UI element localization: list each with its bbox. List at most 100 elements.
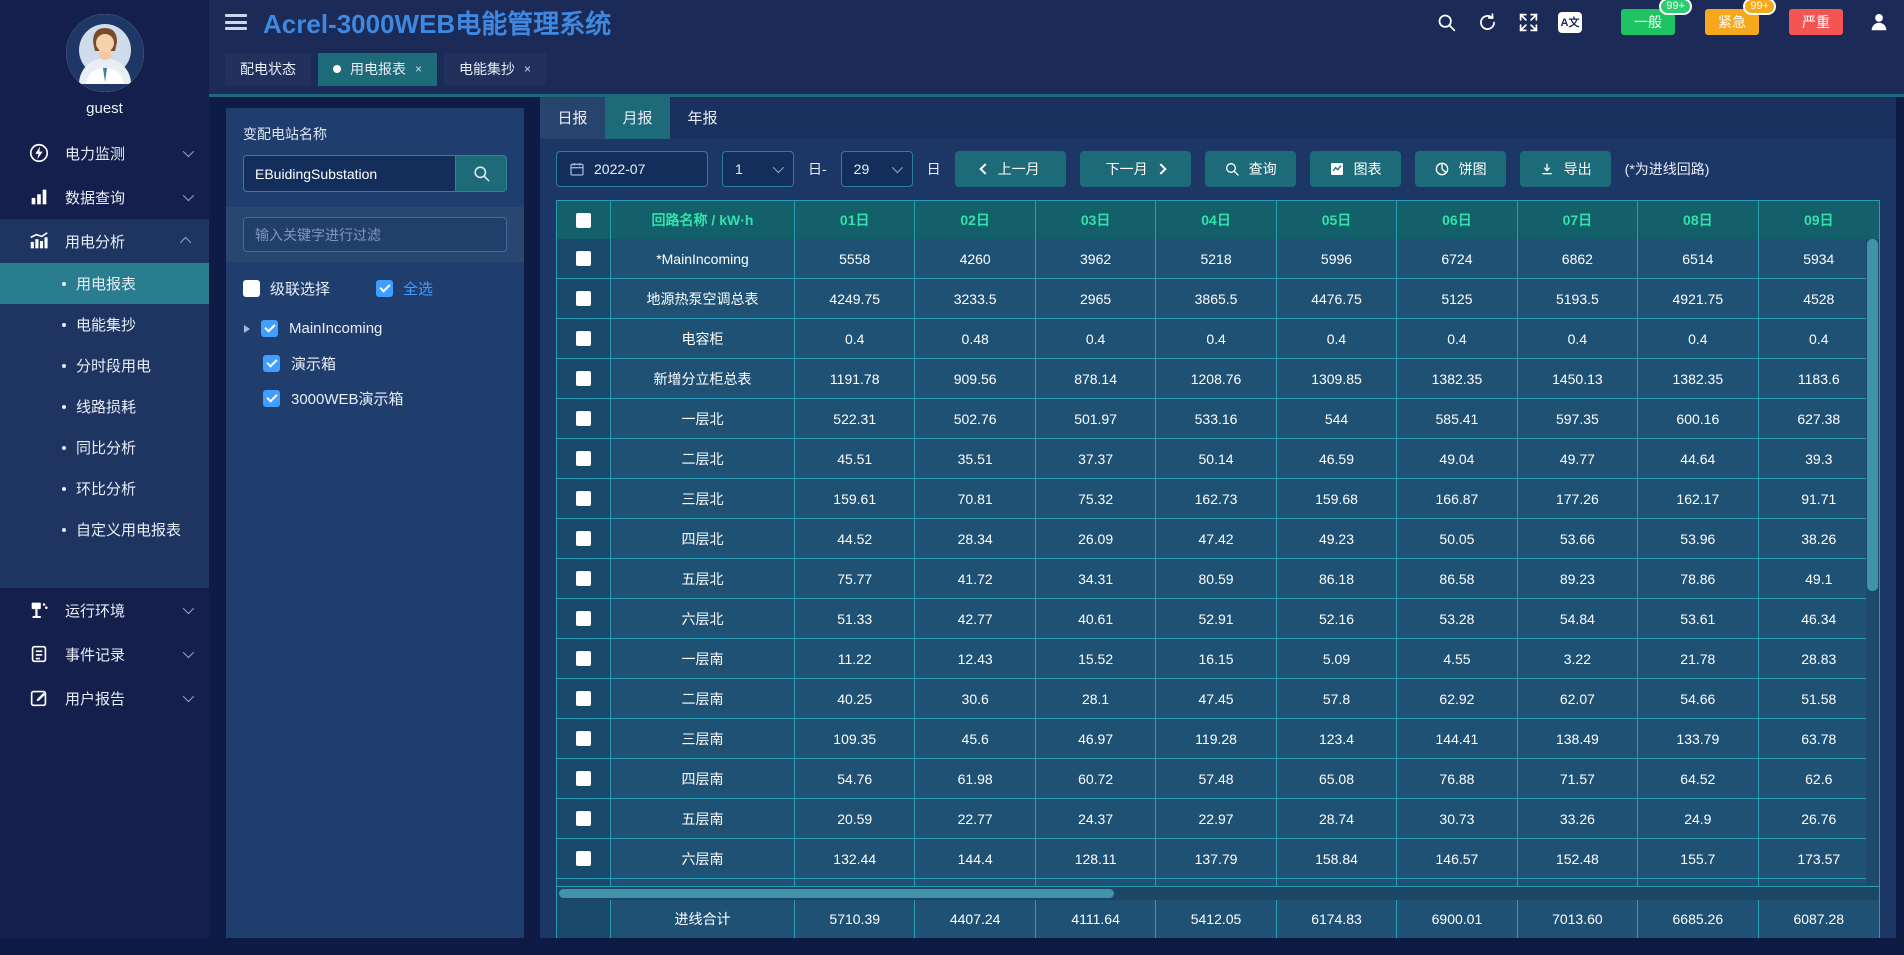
value-cell: 177.26 <box>1518 479 1638 518</box>
sidebar-item-电力监测[interactable]: 电力监测 <box>0 131 209 175</box>
value-cell: 146.57 <box>1397 839 1517 878</box>
sidebar-item-同比分析[interactable]: 同比分析 <box>0 427 209 468</box>
horizontal-scrollbar[interactable] <box>556 887 1880 900</box>
value-cell: 52.91 <box>1156 599 1276 638</box>
sidebar-item-线路损耗[interactable]: 线路损耗 <box>0 386 209 427</box>
tree-node-MainIncoming[interactable]: MainIncoming <box>236 311 514 346</box>
table-row: 六层北51.3342.7740.6152.9152.1653.2854.8453… <box>557 599 1879 639</box>
tree-filter-input[interactable] <box>243 217 507 252</box>
sidebar-menu: 电力监测数据查询用电分析用电报表电能集抄分时段用电线路损耗同比分析环比分析自定义… <box>0 131 209 720</box>
select-all-checkbox[interactable] <box>376 280 393 297</box>
cascade-checkbox[interactable] <box>243 280 260 297</box>
translate-icon[interactable]: A文 <box>1558 12 1582 33</box>
next-month-button[interactable]: 下一月 <box>1080 151 1191 187</box>
value-cell: 28.34 <box>915 519 1035 558</box>
close-icon[interactable]: × <box>524 62 531 76</box>
row-checkbox[interactable] <box>576 331 591 346</box>
refresh-icon[interactable] <box>1476 11 1498 33</box>
tree-node-演示箱[interactable]: 演示箱 <box>236 346 514 381</box>
value-cell: 89.23 <box>1518 559 1638 598</box>
sidebar-item-用电报表[interactable]: 用电报表 <box>0 263 209 304</box>
header-day-column: 01日 <box>795 201 915 239</box>
row-checkbox[interactable] <box>576 411 591 426</box>
header-checkbox[interactable] <box>576 213 591 228</box>
chart-button[interactable]: 图表 <box>1310 151 1401 187</box>
expand-arrow-icon[interactable] <box>244 325 250 333</box>
vertical-scrollbar-thumb[interactable] <box>1867 239 1878 591</box>
value-cell: 0.4 <box>1156 319 1276 358</box>
tab-年报[interactable]: 年报 <box>670 95 735 139</box>
sidebar-item-事件记录[interactable]: 事件记录 <box>0 632 209 676</box>
export-button[interactable]: 导出 <box>1520 151 1611 187</box>
row-checkbox[interactable] <box>576 371 591 386</box>
row-checkbox[interactable] <box>576 731 591 746</box>
row-checkbox-cell <box>557 319 611 358</box>
value-cell: 57.48 <box>1156 759 1276 798</box>
row-checkbox[interactable] <box>576 571 591 586</box>
station-search-button[interactable] <box>455 155 507 192</box>
sidebar-item-分时段用电[interactable]: 分时段用电 <box>0 345 209 386</box>
hamburger-menu-icon[interactable] <box>225 14 247 30</box>
tree-node-checkbox[interactable] <box>261 320 278 337</box>
tree-node-3000WEB演示箱[interactable]: 3000WEB演示箱 <box>236 381 514 416</box>
sidebar-item-电能集抄[interactable]: 电能集抄 <box>0 304 209 345</box>
tree-node-checkbox[interactable] <box>263 390 280 407</box>
nav-tab-用电报表[interactable]: 用电报表× <box>318 53 437 86</box>
tab-月报[interactable]: 月报 <box>605 95 670 139</box>
query-button[interactable]: 查询 <box>1205 151 1296 187</box>
nav-tab-电能集抄[interactable]: 电能集抄× <box>444 53 546 86</box>
fullscreen-icon[interactable] <box>1517 11 1539 33</box>
row-checkbox[interactable] <box>576 251 591 266</box>
tab-日报[interactable]: 日报 <box>540 95 605 139</box>
row-checkbox[interactable] <box>576 531 591 546</box>
row-checkbox[interactable] <box>576 611 591 626</box>
row-checkbox[interactable] <box>576 811 591 826</box>
search-icon[interactable] <box>1435 11 1457 33</box>
value-cell: 63.78 <box>1759 719 1879 758</box>
sidebar-item-用电分析[interactable]: 用电分析 <box>0 219 209 263</box>
sidebar-item-自定义用电报表[interactable]: 自定义用电报表 <box>0 509 209 550</box>
day-to-select[interactable]: 29 <box>841 151 913 187</box>
sidebar-item-运行环境[interactable]: 运行环境 <box>0 588 209 632</box>
value-cell: 53.28 <box>1397 599 1517 638</box>
sidebar-item-环比分析[interactable]: 环比分析 <box>0 468 209 509</box>
pie-chart-button[interactable]: 饼图 <box>1415 151 1506 187</box>
station-name-input[interactable] <box>243 155 455 192</box>
table-row: 新增分立柜总表1191.78909.56878.141208.761309.85… <box>557 359 1879 399</box>
row-checkbox-cell <box>557 639 611 678</box>
row-checkbox[interactable] <box>576 451 591 466</box>
value-cell: 80.59 <box>1156 559 1276 598</box>
user-icon[interactable] <box>1868 11 1890 33</box>
close-icon[interactable]: × <box>415 62 422 76</box>
table-row: 一层南11.2212.4315.5216.155.094.553.2221.78… <box>557 639 1879 679</box>
row-checkbox[interactable] <box>576 651 591 666</box>
vertical-scrollbar[interactable] <box>1866 239 1879 885</box>
select-all[interactable]: 全选 <box>376 278 433 299</box>
value-cell: 62.92 <box>1397 679 1517 718</box>
alarm-button-严重[interactable]: 严重 <box>1789 9 1843 35</box>
select-all-label: 全选 <box>403 278 433 299</box>
value-cell: 50.14 <box>1156 439 1276 478</box>
tree-node-checkbox[interactable] <box>263 355 280 372</box>
row-checkbox-cell <box>557 759 611 798</box>
value-cell: 3.19 <box>915 879 1035 887</box>
day-from-select[interactable]: 1 <box>722 151 794 187</box>
nav-tab-配电状态[interactable]: 配电状态 <box>225 53 311 86</box>
horizontal-scrollbar-thumb[interactable] <box>559 889 1114 898</box>
row-checkbox[interactable] <box>576 771 591 786</box>
prev-month-button[interactable]: 上一月 <box>955 151 1066 187</box>
month-picker[interactable]: 2022-07 <box>556 151 708 187</box>
row-checkbox[interactable] <box>576 291 591 306</box>
row-checkbox[interactable] <box>576 691 591 706</box>
value-cell: 5125 <box>1397 279 1517 318</box>
row-checkbox[interactable] <box>576 851 591 866</box>
chevron-down-icon <box>183 647 194 658</box>
row-checkbox[interactable] <box>576 491 591 506</box>
sidebar-item-用户报告[interactable]: 用户报告 <box>0 676 209 720</box>
value-cell: 5.09 <box>1277 639 1397 678</box>
value-cell: 3962 <box>1036 239 1156 278</box>
sidebar-item-数据查询[interactable]: 数据查询 <box>0 175 209 219</box>
alarm-button-紧急[interactable]: 紧急99+ <box>1705 9 1759 35</box>
header-day-column: 02日 <box>915 201 1035 239</box>
alarm-button-一般[interactable]: 一般99+ <box>1621 9 1675 35</box>
